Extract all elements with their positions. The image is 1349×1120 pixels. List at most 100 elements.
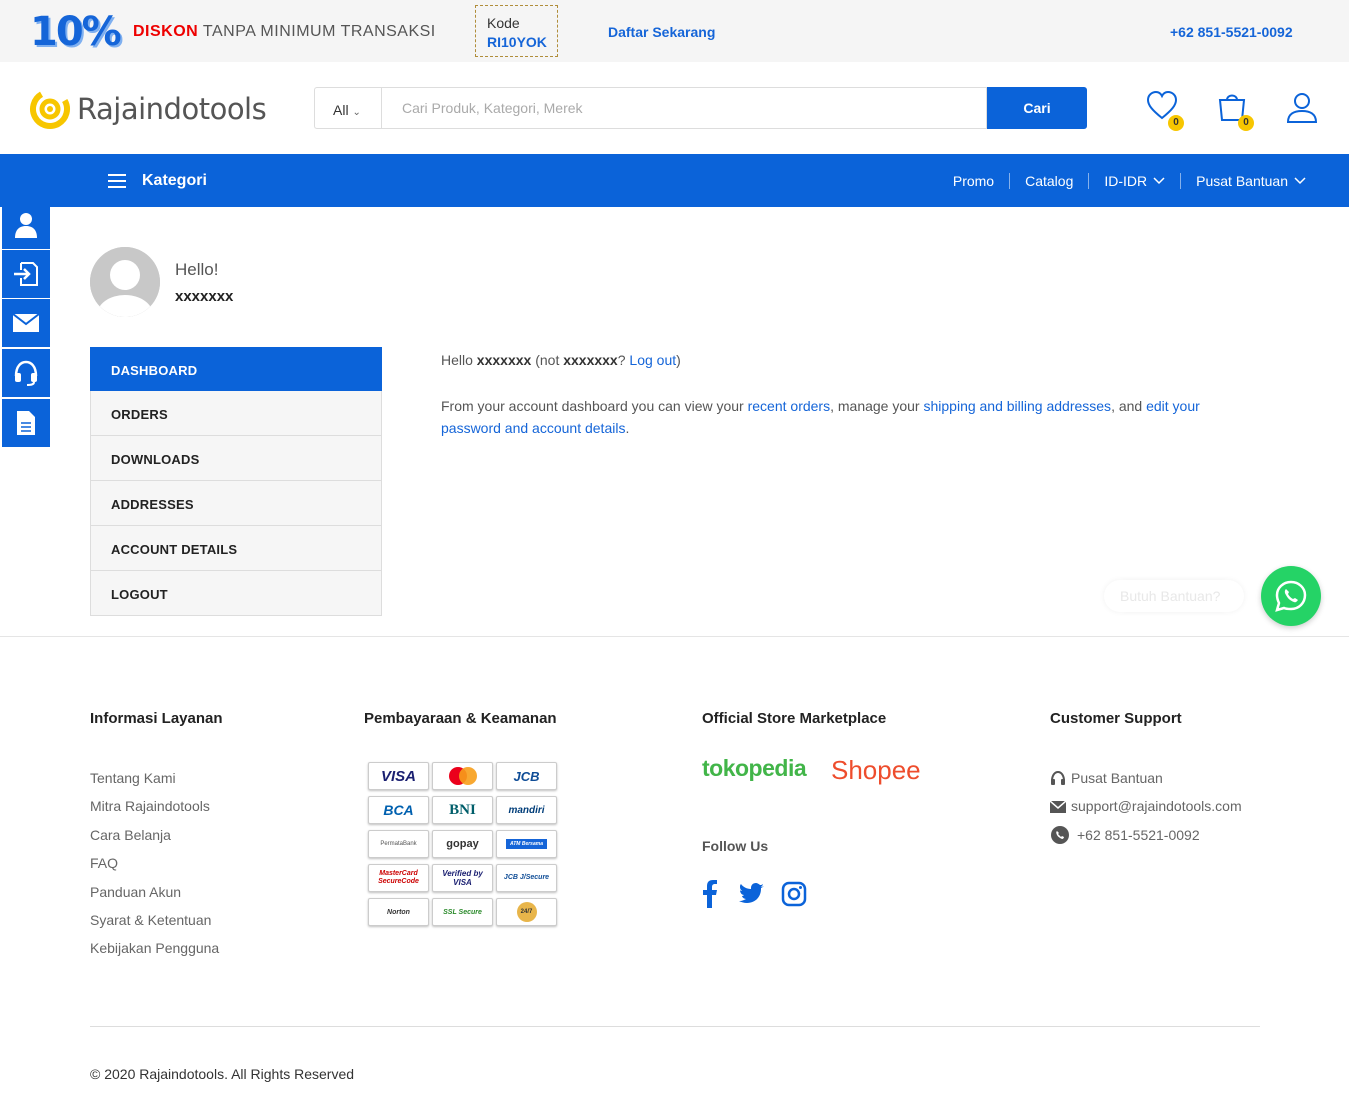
account-menu: DASHBOARD ORDERS DOWNLOADS ADDRESSES ACC… (90, 347, 382, 616)
side-login-button[interactable] (2, 250, 50, 298)
menu-addresses[interactable]: ADDRESSES (90, 481, 382, 526)
nav-currency[interactable]: ID-IDR (1088, 173, 1180, 189)
footer-link[interactable]: Panduan Akun (90, 878, 219, 906)
shopee-link[interactable]: Shopee (831, 755, 921, 786)
nav-catalog[interactable]: Catalog (1009, 173, 1088, 189)
whatsapp-icon (1051, 826, 1069, 845)
menu-downloads[interactable]: DOWNLOADS (90, 436, 382, 481)
mail-icon (1050, 800, 1066, 813)
headset-icon (1051, 770, 1065, 785)
jcb-jsecure-logo: JCB J/Secure (496, 864, 557, 892)
instagram-link[interactable] (781, 881, 807, 912)
menu-account-details[interactable]: ACCOUNT DETAILS (90, 526, 382, 571)
copyright: © 2020 Rajaindotools. All Rights Reserve… (90, 1066, 355, 1082)
chevron-down-icon (1294, 177, 1306, 185)
side-account-button[interactable] (2, 201, 50, 249)
footer-link[interactable]: Tentang Kami (90, 764, 219, 792)
permatabank-logo: PermataBank (368, 830, 429, 858)
footer-link[interactable]: Syarat & Ketentuan (90, 906, 219, 934)
support-247-logo: 24/7 (496, 898, 557, 926)
dashboard-description: From your account dashboard you can view… (441, 398, 1200, 436)
norton-logo: Norton (368, 898, 429, 926)
cart-button[interactable]: 0 (1216, 90, 1254, 131)
hamburger-icon (108, 174, 126, 188)
atm-bersama-logo: ATM Bersama (496, 830, 557, 858)
avatar (90, 247, 160, 317)
logout-link[interactable]: Log out (629, 352, 676, 368)
logo-icon (30, 89, 70, 129)
whatsapp-button[interactable] (1261, 566, 1321, 626)
ssl-secure-logo: SSL Secure (432, 898, 493, 926)
follow-us-title: Follow Us (702, 838, 769, 854)
menu-orders[interactable]: ORDERS (90, 391, 382, 436)
promo-code-box: Kode RI10YOK (475, 5, 558, 57)
footer-marketplace-title: Official Store Marketplace (702, 710, 887, 727)
support-email[interactable]: support@rajaindotools.com (1050, 792, 1242, 820)
footer-link[interactable]: FAQ (90, 849, 219, 877)
nav-help-center[interactable]: Pusat Bantuan (1180, 173, 1321, 189)
account-button[interactable] (1286, 92, 1318, 129)
mastercard-securecode-logo: MasterCard SecureCode (368, 864, 429, 892)
side-mail-button[interactable] (2, 299, 50, 347)
chevron-down-icon (1153, 177, 1165, 185)
chevron-down-icon: ⌄ (352, 107, 361, 118)
wishlist-button[interactable]: 0 (1146, 90, 1184, 131)
support-phone[interactable]: +62 851-5521-0092 (1050, 821, 1242, 849)
site-logo[interactable]: Rajaindotools (28, 87, 267, 131)
addresses-link[interactable]: shipping and billing addresses (923, 398, 1111, 414)
user-icon (1286, 93, 1318, 123)
twitter-link[interactable] (739, 883, 765, 910)
instagram-icon (781, 881, 807, 907)
mail-icon (12, 313, 40, 332)
hello-line: Hello xxxxxxx (not xxxxxxx? Log out) (441, 352, 681, 368)
menu-dashboard[interactable]: DASHBOARD (90, 347, 382, 391)
twitter-icon (739, 883, 764, 903)
search-button[interactable]: Cari (987, 87, 1087, 129)
register-link[interactable]: Daftar Sekarang (608, 24, 715, 40)
support-help-center[interactable]: Pusat Bantuan (1050, 764, 1242, 792)
verified-by-visa-logo: Verified by VISA (432, 864, 493, 892)
promo-code: RI10YOK (487, 34, 547, 50)
whatsapp-bubble[interactable]: Butuh Bantuan? (1104, 580, 1244, 612)
search-bar: All ⌄ Cari (314, 87, 1087, 129)
footer-link[interactable]: Cara Belanja (90, 821, 219, 849)
side-document-button[interactable] (2, 399, 50, 447)
user-icon (15, 213, 37, 238)
search-input[interactable] (381, 87, 987, 129)
gopay-logo: gopay (432, 830, 493, 858)
content-divider (0, 636, 1349, 637)
recent-orders-link[interactable]: recent orders (748, 398, 830, 414)
headset-icon (14, 360, 38, 386)
mastercard-logo (432, 762, 493, 790)
footer-link[interactable]: Kebijakan Pengguna (90, 934, 219, 962)
facebook-link[interactable] (702, 880, 718, 913)
login-icon (14, 262, 38, 286)
top-phone-link[interactable]: +62 851-5521-0092 (1170, 24, 1293, 40)
promo-percent: 10% (30, 9, 122, 55)
mandiri-logo: mandiri (496, 796, 557, 824)
mastercard-icon (448, 767, 477, 785)
nav-promo[interactable]: Promo (938, 173, 1009, 189)
menu-logout[interactable]: LOGOUT (90, 571, 382, 616)
username: xxxxxxx (175, 288, 234, 305)
whatsapp-icon (1275, 580, 1307, 612)
footer-support-list: Pusat Bantuan support@rajaindotools.com … (1050, 764, 1242, 849)
site-header: Rajaindotools All ⌄ Cari 0 0 (0, 62, 1349, 154)
wishlist-count: 0 (1168, 115, 1184, 131)
document-icon (17, 411, 35, 435)
category-menu-button[interactable]: Kategori (108, 172, 207, 190)
tokopedia-link[interactable]: tokopedia (702, 755, 807, 782)
footer-info-title: Informasi Layanan (90, 710, 223, 727)
promo-bar: 10% DISKON TANPA MINIMUM TRANSAKSI Kode … (0, 0, 1349, 62)
cart-count: 0 (1238, 115, 1254, 131)
facebook-icon (703, 880, 717, 908)
footer-link[interactable]: Mitra Rajaindotools (90, 792, 219, 820)
dashboard-content: Hello xxxxxxx (not xxxxxxx? Log out) Fro… (441, 349, 1256, 439)
nav-links: Promo Catalog ID-IDR Pusat Bantuan (938, 173, 1321, 189)
search-category-select[interactable]: All ⌄ (314, 87, 381, 129)
footer-info-links: Tentang Kami Mitra Rajaindotools Cara Be… (90, 764, 219, 963)
footer-support-title: Customer Support (1050, 710, 1182, 727)
side-support-button[interactable] (2, 349, 50, 397)
promo-text: DISKON TANPA MINIMUM TRANSAKSI (133, 23, 436, 40)
greeting: Hello! (175, 260, 219, 279)
